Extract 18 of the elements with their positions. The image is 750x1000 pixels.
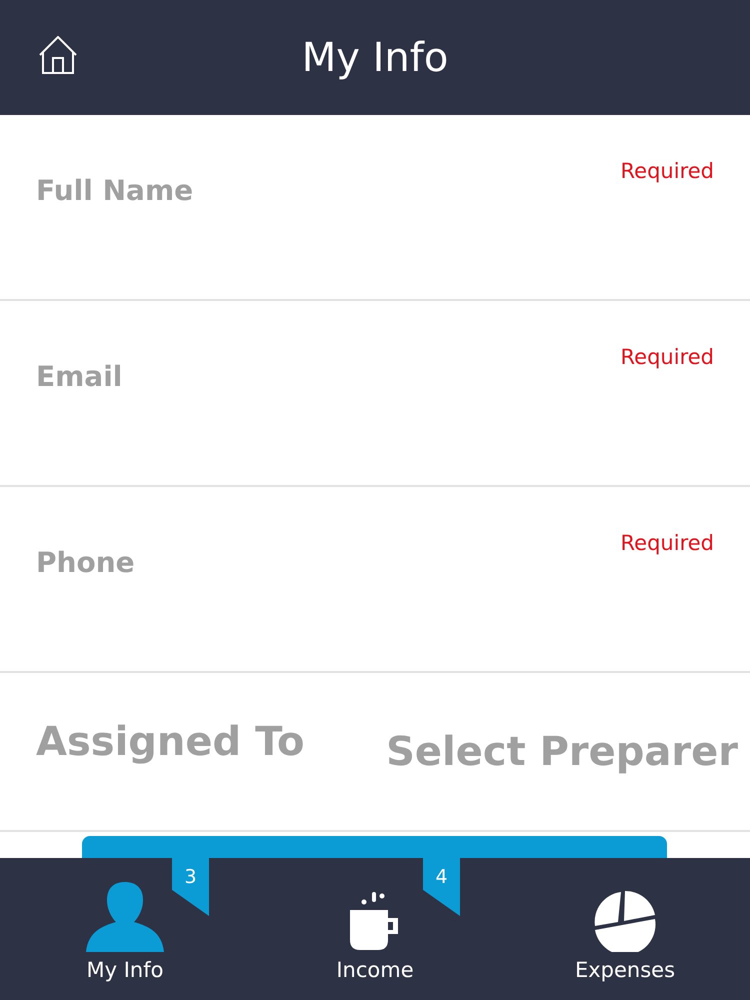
- tab[interactable]: Income 4: [250, 858, 500, 1000]
- required-note: Required: [620, 345, 714, 369]
- preparer-select[interactable]: Select Preparer: [386, 728, 738, 774]
- home-icon[interactable]: [39, 36, 77, 74]
- required-note: Required: [620, 159, 714, 183]
- tab[interactable]: Expenses: [500, 858, 750, 1000]
- tab[interactable]: My Info 3: [0, 858, 250, 1000]
- required-note: Required: [620, 531, 714, 555]
- assigned-to-label: Assigned To: [36, 718, 305, 764]
- form-field[interactable]: Phone Required: [0, 487, 750, 673]
- count-badge: 3: [172, 858, 209, 916]
- screen-title: My Info: [302, 34, 448, 80]
- form-field[interactable]: Full Name Required: [0, 115, 750, 301]
- form-field[interactable]: Email Required: [0, 301, 750, 487]
- person-icon: [86, 880, 164, 952]
- cup-icon: [350, 892, 400, 952]
- pie-chart-icon: [594, 890, 656, 952]
- count-badge: 4: [423, 858, 460, 916]
